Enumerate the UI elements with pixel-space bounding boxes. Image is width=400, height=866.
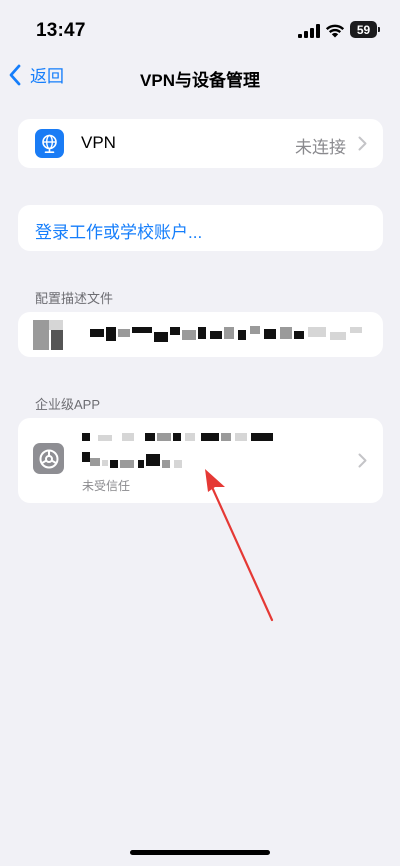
status-time: 13:47 [36,20,86,41]
login-work-school-account-link[interactable]: 登录工作或学校账户... [35,218,202,243]
navigation-bar: 返回 VPN与设备管理 [0,58,400,98]
cellular-signal-icon [298,24,320,38]
wifi-icon [325,24,345,38]
home-indicator[interactable] [130,850,270,855]
enterprise-app-section-header: 企业级APP [35,397,101,412]
gear-icon [33,443,64,474]
vpn-label: VPN [81,133,116,152]
vpn-globe-icon [35,129,64,158]
page-title: VPN与设备管理 [140,71,260,90]
trust-status-label: 未受信任 [82,479,131,493]
annotation-arrow-icon [205,469,274,622]
vpn-row[interactable]: VPN 未连接 [18,119,383,168]
profiles-section-header: 配置描述文件 [35,291,114,306]
profile-row[interactable] [18,312,383,357]
vpn-status: 未连接 [295,138,346,157]
login-work-school-account-row[interactable]: 登录工作或学校账户... [18,205,383,251]
battery-indicator: 59 [350,21,380,38]
chevron-right-icon [358,136,367,151]
battery-level: 59 [356,22,371,37]
status-bar: 13:47 59 [0,0,400,60]
chevron-right-icon [358,453,367,468]
